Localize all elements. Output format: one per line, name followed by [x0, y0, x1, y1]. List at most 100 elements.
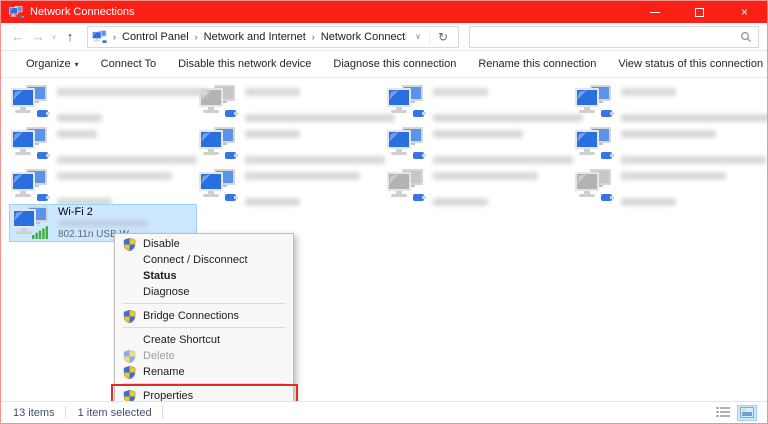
breadcrumb-item[interactable]: Control Panel — [119, 29, 192, 45]
connection-status-blurred — [58, 220, 148, 227]
app-icon — [9, 6, 24, 19]
uac-shield-icon — [123, 350, 136, 363]
up-button[interactable]: ↑ — [61, 29, 79, 44]
blurred-label — [621, 172, 726, 180]
connection-icon — [387, 127, 427, 164]
menu-item-disable[interactable]: Disable — [115, 236, 293, 252]
blurred-label — [621, 142, 766, 154]
connection-item[interactable] — [9, 84, 195, 124]
menu-item-status[interactable]: Status — [115, 268, 293, 284]
address-box[interactable]: ›Control Panel›Network and Internet›Netw… — [87, 26, 459, 48]
large-icons-view-button[interactable] — [737, 405, 757, 421]
toolbar-item-view-status-of-this-connection[interactable]: View status of this connection — [607, 54, 768, 74]
menu-item-rename[interactable]: Rename — [115, 364, 293, 380]
menu-item-create-shortcut[interactable]: Create Shortcut — [115, 332, 293, 348]
back-button[interactable]: ← — [9, 29, 27, 44]
connection-item[interactable] — [385, 126, 571, 166]
connection-icon — [575, 127, 615, 164]
blurred-label — [621, 156, 766, 164]
location-icon — [92, 30, 108, 44]
blurred-label — [57, 184, 193, 196]
connection-grid — [9, 84, 761, 210]
toolbar-item-diagnose-this-connection[interactable]: Diagnose this connection — [322, 54, 467, 74]
menu-item-properties[interactable]: Properties — [115, 388, 293, 401]
breadcrumb-item[interactable]: Network and Internet — [201, 29, 309, 45]
blurred-label — [57, 100, 207, 112]
search-input[interactable] — [476, 31, 740, 43]
disabled-connection-icon — [387, 169, 427, 206]
breadcrumb-separator-icon: › — [192, 32, 201, 42]
uac-shield-icon — [121, 366, 143, 379]
blurred-label — [57, 130, 97, 138]
close-button[interactable]: × — [722, 1, 767, 23]
menu-item-connect-disconnect[interactable]: Connect / Disconnect — [115, 252, 293, 268]
breadcrumb-separator-icon: › — [110, 32, 119, 42]
details-view-button[interactable] — [713, 405, 733, 421]
close-icon: × — [741, 6, 748, 18]
toolbar-item-connect-to[interactable]: Connect To — [90, 54, 167, 74]
toolbar-item-organize[interactable]: Organize▾ — [15, 54, 90, 74]
blurred-label — [621, 88, 676, 96]
uac-shield-icon — [123, 366, 136, 379]
search-box[interactable] — [469, 26, 759, 48]
blurred-label — [245, 172, 360, 180]
forward-button[interactable]: → — [29, 29, 47, 44]
connection-item[interactable] — [197, 126, 383, 166]
toolbar-item-rename-this-connection[interactable]: Rename this connection — [467, 54, 607, 74]
blurred-label — [433, 88, 488, 96]
connection-item[interactable] — [197, 84, 383, 124]
blurred-label — [57, 172, 172, 180]
refresh-icon[interactable]: ↻ — [429, 30, 456, 44]
connection-item[interactable] — [573, 126, 759, 166]
menu-separator — [123, 383, 285, 384]
blurred-label — [621, 114, 767, 122]
blurred-label — [621, 184, 757, 196]
address-bar: ← → ∨ ↑ ›Control Panel›Network and Inter… — [1, 23, 767, 51]
connection-item[interactable] — [573, 84, 759, 124]
connection-icon — [199, 169, 239, 206]
blurred-label — [57, 88, 207, 96]
menu-item-bridge-connections[interactable]: Bridge Connections — [115, 308, 293, 324]
uac-shield-icon — [121, 350, 143, 363]
connections-list-area: Wi-Fi 2 802.11n USB W DisableConnect / D… — [1, 78, 767, 401]
title-bar: Network Connections × — [1, 1, 767, 23]
connection-item[interactable] — [573, 168, 759, 208]
blurred-label — [57, 142, 197, 154]
connection-icon — [199, 127, 239, 164]
blurred-label — [245, 100, 395, 112]
maximize-button[interactable] — [677, 1, 722, 23]
connection-item[interactable] — [9, 126, 195, 166]
connection-item[interactable] — [385, 84, 571, 124]
blurred-label — [433, 142, 573, 154]
blurred-label — [433, 172, 538, 180]
connection-icon — [11, 127, 51, 164]
toolbar-item-disable-this-network-device[interactable]: Disable this network device — [167, 54, 322, 74]
items-count: 13 items — [11, 407, 65, 419]
connection-item[interactable] — [9, 168, 195, 208]
statusbar-divider — [162, 406, 163, 419]
blurred-label — [433, 156, 573, 164]
blurred-label — [621, 130, 716, 138]
blurred-label — [245, 198, 300, 206]
blurred-label — [57, 114, 102, 122]
blurred-label — [245, 184, 381, 196]
command-toolbar: Organize▾Connect ToDisable this network … — [1, 51, 767, 78]
address-dropdown-icon[interactable]: ∨ — [406, 32, 429, 41]
menu-item-label: Connect / Disconnect — [143, 254, 248, 266]
connection-item[interactable] — [385, 168, 571, 208]
connection-item[interactable] — [197, 168, 383, 208]
blurred-label — [433, 198, 488, 206]
breadcrumb-item[interactable]: Network Connections — [318, 29, 406, 45]
blurred-label — [621, 198, 676, 206]
large-icons-view-icon — [740, 407, 754, 418]
recent-locations-icon[interactable]: ∨ — [49, 33, 59, 41]
menu-separator — [123, 303, 285, 304]
blurred-label — [621, 100, 767, 112]
menu-separator — [123, 327, 285, 328]
uac-shield-icon — [121, 310, 143, 323]
menu-item-label: Create Shortcut — [143, 334, 220, 346]
menu-item-diagnose[interactable]: Diagnose — [115, 284, 293, 300]
menu-item-label: Diagnose — [143, 286, 189, 298]
minimize-button[interactable] — [632, 1, 677, 23]
blurred-label — [57, 156, 197, 164]
